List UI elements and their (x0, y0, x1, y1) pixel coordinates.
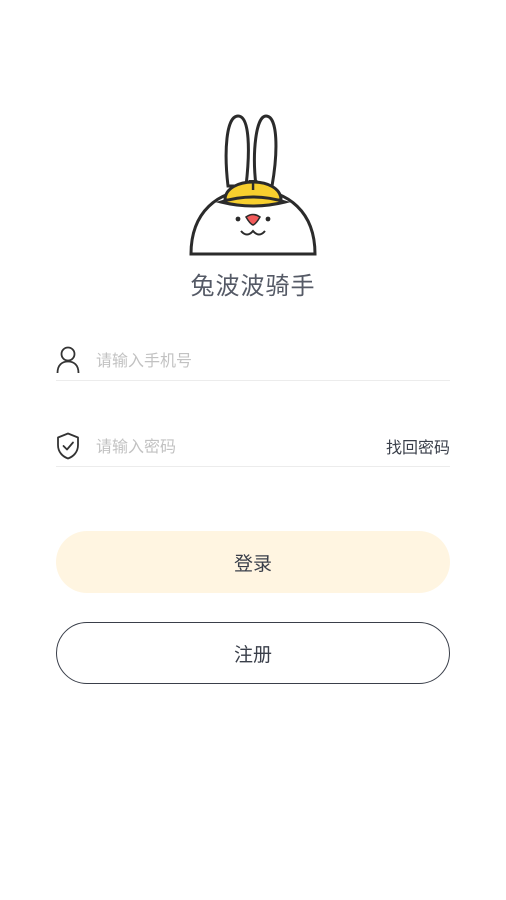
password-field-row: 找回密码 (56, 426, 450, 467)
register-button[interactable]: 注册 (56, 622, 450, 684)
phone-field-row (56, 340, 450, 381)
phone-input[interactable] (96, 345, 450, 375)
bunny-logo: T (188, 112, 318, 258)
shield-check-icon (56, 431, 80, 461)
login-button[interactable]: 登录 (56, 531, 450, 593)
forgot-password-link[interactable]: 找回密码 (386, 434, 450, 458)
password-input[interactable] (96, 431, 386, 461)
hat-letter: T (249, 179, 258, 194)
app-title: 兔波波骑手 (190, 272, 316, 300)
user-icon (56, 345, 80, 375)
